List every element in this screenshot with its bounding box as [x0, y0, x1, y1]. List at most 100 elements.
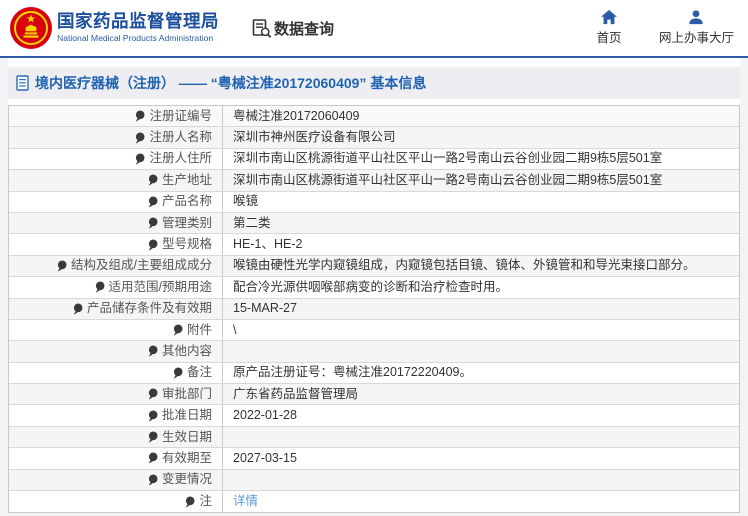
table-row: 产品储存条件及有效期 15-MAR-27	[9, 299, 739, 320]
row-label: 批准日期	[9, 405, 223, 425]
row-value: \	[223, 320, 739, 340]
row-label-text: 结构及组成/主要组成成分	[71, 258, 212, 273]
row-label-text: 适用范围/预期用途	[109, 280, 212, 295]
row-label: 注册证编号	[9, 106, 223, 126]
row-value: 深圳市南山区桃源街道平山社区平山一路2号南山云谷创业园二期9栋5层501室	[223, 170, 739, 190]
row-label: 适用范围/预期用途	[9, 277, 223, 297]
row-value	[223, 470, 739, 490]
nav-service-hall[interactable]: 网上办事大厅	[659, 10, 734, 46]
row-label: 变更情况	[9, 470, 223, 490]
row-value: 第二类	[223, 213, 739, 233]
row-value: 喉镜	[223, 192, 739, 212]
note-balloon-icon	[148, 388, 158, 400]
brand-text: 国家药品监督管理局 National Medical Products Admi…	[57, 13, 219, 42]
row-label-text: 审批部门	[162, 387, 212, 402]
brand: 国家药品监督管理局 National Medical Products Admi…	[10, 7, 219, 49]
content-area: 境内医疗器械（注册） —— “粤械注准20172060409” 基本信息 注册证…	[8, 58, 740, 513]
row-label: 审批部门	[9, 384, 223, 404]
row-value: 15-MAR-27	[223, 299, 739, 319]
row-label: 有效期至	[9, 448, 223, 468]
row-label: 产品名称	[9, 192, 223, 212]
row-value-text: 喉镜由硬性光学内窥镜组成，内窥镜包括目镜、镜体、外镜管和和导光束接口部分。	[233, 258, 696, 273]
details-link[interactable]: 详情	[233, 494, 258, 509]
note-balloon-icon	[95, 281, 105, 293]
nav-data-query-label: 数据查询	[274, 18, 334, 39]
row-value	[223, 341, 739, 361]
row-label-text: 其他内容	[162, 344, 212, 359]
row-label-text: 注	[199, 494, 212, 509]
row-value-text: 广东省药品监督管理局	[233, 387, 358, 402]
row-label-text: 产品名称	[162, 194, 212, 209]
table-row: 产品名称 喉镜	[9, 192, 739, 213]
org-name-zh: 国家药品监督管理局	[57, 13, 219, 31]
note-balloon-icon	[148, 474, 158, 486]
row-label: 结构及组成/主要组成成分	[9, 256, 223, 276]
row-value: 2022-01-28	[223, 405, 739, 425]
row-value: 2027-03-15	[223, 448, 739, 468]
row-value-text: 15-MAR-27	[233, 301, 297, 316]
national-emblem-logo	[10, 7, 52, 49]
row-value: 详情	[223, 491, 739, 512]
page-title: 境内医疗器械（注册） —— “粤械注准20172060409” 基本信息	[35, 73, 426, 93]
row-label: 产品储存条件及有效期	[9, 299, 223, 319]
row-label: 附件	[9, 320, 223, 340]
row-value-text: 深圳市南山区桃源街道平山社区平山一路2号南山云谷创业园二期9栋5层501室	[233, 173, 662, 188]
row-label: 注册人住所	[9, 149, 223, 169]
row-value: 广东省药品监督管理局	[223, 384, 739, 404]
table-row: 备注 原产品注册证号：粤械注准20172220409。	[9, 363, 739, 384]
table-row: 适用范围/预期用途 配合冷光源供咽喉部病变的诊断和治疗检查时用。	[9, 277, 739, 298]
row-value-text: 2027-03-15	[233, 451, 297, 466]
row-label-text: 批准日期	[162, 408, 212, 423]
nav-home-label: 首页	[596, 27, 621, 46]
row-label: 注册人名称	[9, 127, 223, 147]
table-row: 批准日期 2022-01-28	[9, 405, 739, 426]
row-value-text: 配合冷光源供咽喉部病变的诊断和治疗检查时用。	[233, 280, 508, 295]
row-label: 型号规格	[9, 234, 223, 254]
row-label-text: 注册人名称	[149, 130, 212, 145]
row-value: 原产品注册证号：粤械注准20172220409。	[223, 363, 739, 383]
table-row: 注 详情	[9, 491, 739, 512]
table-row: 生产地址 深圳市南山区桃源街道平山社区平山一路2号南山云谷创业园二期9栋5层50…	[9, 170, 739, 191]
row-value-text: 喉镜	[233, 194, 258, 209]
row-label-text: 有效期至	[162, 451, 212, 466]
nav-data-query[interactable]: 数据查询	[251, 18, 334, 39]
note-balloon-icon	[173, 367, 183, 379]
row-value-text: HE-1、HE-2	[233, 237, 302, 252]
row-label-text: 管理类别	[162, 216, 212, 231]
note-balloon-icon	[73, 303, 83, 315]
table-row: 附件 \	[9, 320, 739, 341]
note-balloon-icon	[185, 496, 195, 508]
row-value: 深圳市南山区桃源街道平山社区平山一路2号南山云谷创业园二期9栋5层501室	[223, 149, 739, 169]
note-balloon-icon	[173, 324, 183, 336]
note-balloon-icon	[135, 132, 145, 144]
row-value-text: 深圳市南山区桃源街道平山社区平山一路2号南山云谷创业园二期9栋5层501室	[233, 151, 662, 166]
table-row: 其他内容	[9, 341, 739, 362]
row-label: 生效日期	[9, 427, 223, 447]
table-row: 生效日期	[9, 427, 739, 448]
row-label: 管理类别	[9, 213, 223, 233]
row-label-text: 附件	[187, 323, 212, 338]
table-row: 注册人名称 深圳市神州医疗设备有限公司	[9, 127, 739, 148]
row-label-text: 生效日期	[162, 430, 212, 445]
note-balloon-icon	[148, 196, 158, 208]
note-balloon-icon	[148, 239, 158, 251]
org-name-en: National Medical Products Administration	[57, 34, 219, 43]
table-row: 型号规格 HE-1、HE-2	[9, 234, 739, 255]
note-balloon-icon	[57, 260, 67, 272]
row-label: 备注	[9, 363, 223, 383]
table-row: 变更情况	[9, 470, 739, 491]
row-value: HE-1、HE-2	[223, 234, 739, 254]
row-label: 生产地址	[9, 170, 223, 190]
row-label-text: 产品储存条件及有效期	[87, 301, 212, 316]
table-row: 管理类别 第二类	[9, 213, 739, 234]
top-nav: 首页 网上办事大厅	[589, 10, 734, 46]
registration-table: 注册证编号 粤械注准20172060409 注册人名称 深圳市神州医疗设备有限公…	[8, 105, 740, 513]
nav-home[interactable]: 首页	[589, 10, 629, 46]
row-label-text: 变更情况	[162, 472, 212, 487]
row-label-text: 备注	[187, 365, 212, 380]
row-value	[223, 427, 739, 447]
note-balloon-icon	[148, 174, 158, 186]
site-header: 国家药品监督管理局 National Medical Products Admi…	[0, 0, 748, 58]
nav-service-hall-label: 网上办事大厅	[659, 27, 734, 46]
table-row: 注册证编号 粤械注准20172060409	[9, 106, 739, 127]
